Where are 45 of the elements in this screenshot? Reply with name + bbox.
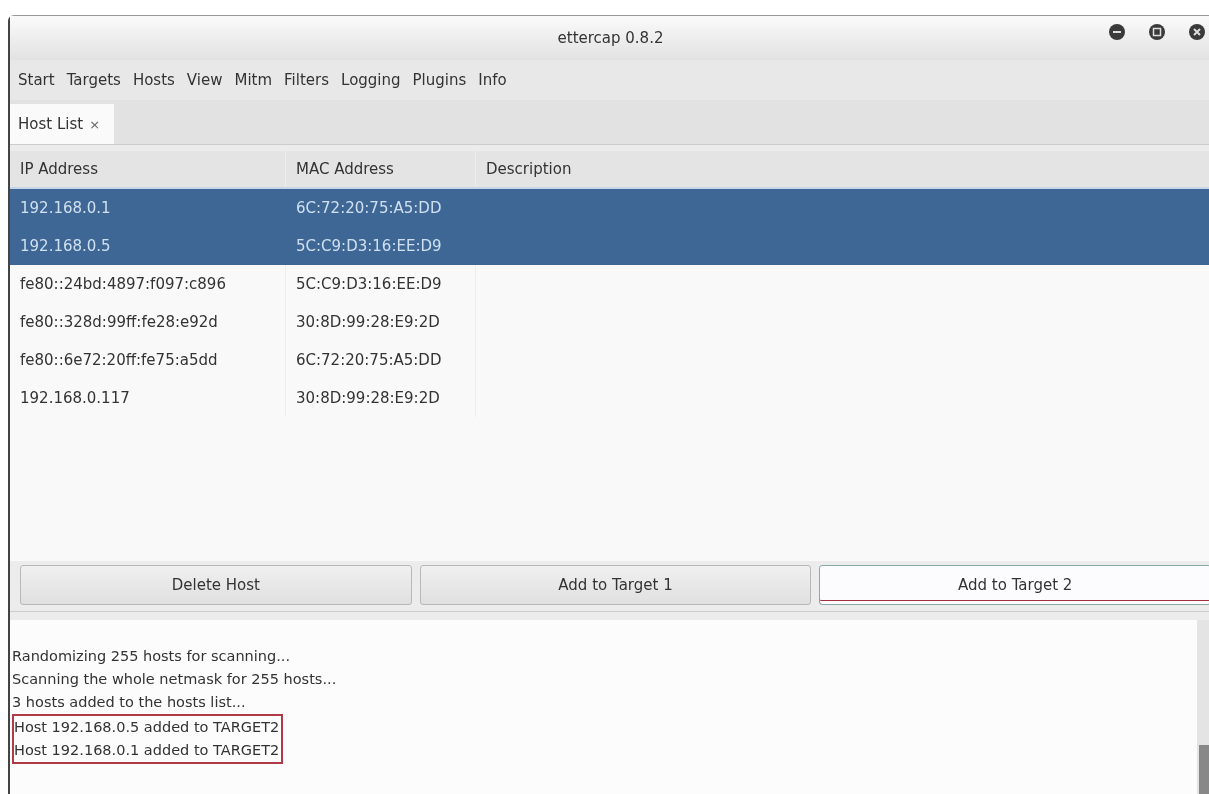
- menu-item[interactable]: Filters: [284, 71, 330, 89]
- table-row[interactable]: fe80::328d:99ff:fe28:e92d 30:8D:99:28:E9:2D: [10, 303, 1209, 341]
- table-cell: 6C:72:20:75:A5:DD: [286, 341, 476, 379]
- table-row[interactable]: 192.168.0.5 5C:C9:D3:16:EE:D9: [10, 227, 1209, 265]
- scroll-thumb[interactable]: [1199, 745, 1209, 794]
- action-button[interactable]: Add to Target 2: [819, 565, 1209, 605]
- log-line: Host 192.168.0.5 added to TARGET2: [14, 718, 280, 737]
- table-cell: 192.168.0.5: [10, 227, 286, 265]
- table-cell: 192.168.0.117: [10, 379, 286, 417]
- menu-item[interactable]: Start: [18, 71, 55, 89]
- table-row[interactable]: 192.168.0.117 30:8D:99:28:E9:2D: [10, 379, 1209, 417]
- log-line: Scanning the whole netmask for 255 hosts...: [12, 670, 337, 689]
- table-cell: fe80::24bd:4897:f097:c896: [10, 265, 286, 303]
- column-header[interactable]: Description: [476, 151, 572, 187]
- maximize-icon[interactable]: [1149, 24, 1165, 40]
- close-icon[interactable]: ×: [89, 116, 101, 132]
- tab[interactable]: Host List ×: [10, 104, 115, 144]
- menu-item[interactable]: Plugins: [412, 71, 467, 89]
- menu-item[interactable]: Info: [478, 71, 507, 89]
- close-icon[interactable]: [1189, 24, 1205, 40]
- table-cell: fe80::6e72:20ff:fe75:a5dd: [10, 341, 286, 379]
- window-title: ettercap 0.8.2: [557, 29, 664, 47]
- column-header[interactable]: IP Address: [10, 151, 286, 187]
- log-line: 3 hosts added to the hosts list...: [12, 693, 246, 712]
- menu-item[interactable]: Mitm: [234, 71, 273, 89]
- table-cell: 30:8D:99:28:E9:2D: [286, 379, 476, 417]
- menu-item[interactable]: Hosts: [132, 71, 175, 89]
- scrollbar[interactable]: [1197, 620, 1209, 794]
- tab-label[interactable]: Host List: [18, 115, 84, 133]
- action-button[interactable]: Delete Host: [20, 565, 412, 605]
- table-cell: 30:8D:99:28:E9:2D: [286, 303, 476, 341]
- table-row[interactable]: fe80::24bd:4897:f097:c896 5C:C9:D3:16:EE:D9: [10, 265, 1209, 303]
- menu-item[interactable]: Logging: [341, 71, 401, 89]
- table-cell: 5C:C9:D3:16:EE:D9: [286, 227, 476, 265]
- table-cell: 5C:C9:D3:16:EE:D9: [286, 265, 476, 303]
- log-line: Host 192.168.0.1 added to TARGET2: [14, 741, 280, 760]
- minimize-icon[interactable]: [1109, 24, 1125, 40]
- column-header[interactable]: MAC Address: [286, 151, 476, 187]
- log-line: Randomizing 255 hosts for scanning...: [12, 647, 291, 666]
- menu-item[interactable]: Targets: [66, 71, 121, 89]
- table-row[interactable]: fe80::6e72:20ff:fe75:a5dd 6C:72:20:75:A5:DD: [10, 341, 1209, 379]
- table-cell: fe80::328d:99ff:fe28:e92d: [10, 303, 286, 341]
- menu-item[interactable]: View: [186, 71, 223, 89]
- action-button[interactable]: Add to Target 1: [419, 565, 812, 605]
- table-row[interactable]: 192.168.0.1 6C:72:20:75:A5:DD: [10, 189, 1209, 227]
